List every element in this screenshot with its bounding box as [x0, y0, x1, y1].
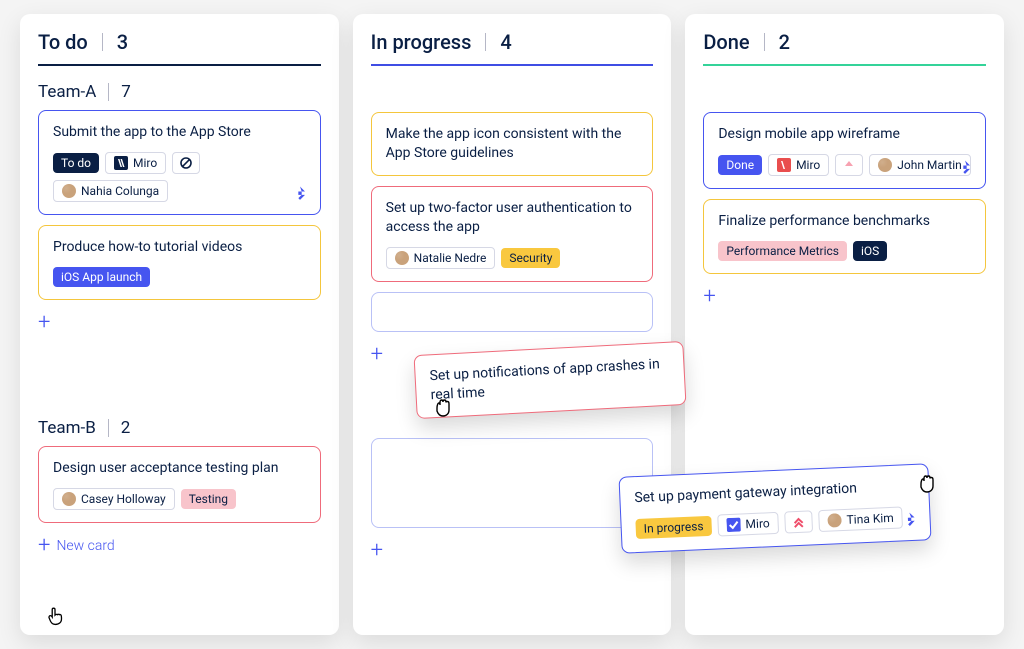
tag-chip[interactable]: Testing	[181, 489, 236, 509]
new-card-label: New card	[56, 539, 114, 553]
card-title: Make the app icon consistent with the Ap…	[386, 125, 639, 163]
kanban-board: To do 3 Team-A 7 Submit the app to the A…	[0, 0, 1024, 649]
add-card-button-team-a[interactable]: +	[38, 310, 50, 336]
chip-row: To do Miro Nahia Colunga	[53, 152, 306, 202]
integration-chip-miro[interactable]: Miro	[717, 512, 779, 537]
assignee-chip[interactable]: Natalie Nedre	[386, 247, 496, 269]
card-placeholder[interactable]	[371, 292, 654, 332]
card-tutorial-videos[interactable]: Produce how-to tutorial videos iOS App l…	[38, 225, 321, 300]
integration-label: Miro	[796, 158, 820, 172]
priority-chip[interactable]	[835, 154, 863, 176]
tag-chip[interactable]: iOS App launch	[53, 267, 150, 287]
swimlane-count: 2	[121, 418, 131, 438]
column-count: 4	[500, 30, 511, 54]
assignee-chip[interactable]: Tina Kim	[818, 506, 903, 532]
assignee-chip[interactable]: Nahia Colunga	[53, 180, 168, 202]
add-card-button-new[interactable]: + New card	[38, 533, 115, 559]
column-underline	[703, 64, 986, 66]
swimlane-team-b-header: Team-B 2	[38, 416, 321, 446]
card-title: Design mobile app wireframe	[718, 125, 971, 144]
swimlane-count: 7	[121, 82, 131, 102]
assignee-name: Natalie Nedre	[414, 251, 487, 265]
integration-chip-miro[interactable]: Miro	[768, 154, 829, 176]
card-two-factor-auth[interactable]: Set up two-factor user authentication to…	[371, 186, 654, 282]
jira-icon	[290, 184, 310, 204]
tag-chip[interactable]: Security	[501, 248, 560, 268]
status-chip[interactable]: Done	[718, 155, 762, 175]
chevron-up-double-icon	[791, 515, 806, 530]
status-chip[interactable]: To do	[53, 153, 99, 173]
divider-icon	[485, 33, 486, 51]
tag-chip[interactable]: iOS	[853, 241, 887, 261]
divider-icon	[764, 33, 765, 51]
divider-icon	[108, 419, 109, 437]
avatar-icon	[395, 251, 409, 265]
card-title: Submit the app to the App Store	[53, 123, 306, 142]
card-uat-plan[interactable]: Design user acceptance testing plan Case…	[38, 446, 321, 523]
add-card-button-inprogress-b[interactable]: +	[371, 538, 383, 564]
card-placeholder[interactable]	[371, 438, 654, 528]
miro-icon	[114, 156, 128, 170]
card-app-icon-guidelines[interactable]: Make the app icon consistent with the Ap…	[371, 112, 654, 176]
arrow-up-icon	[842, 158, 856, 172]
column-underline	[38, 64, 321, 66]
chip-row: Casey Holloway Testing	[53, 488, 306, 510]
chip-row: Performance Metrics iOS	[718, 241, 971, 261]
integration-chip-miro[interactable]: Miro	[105, 152, 166, 174]
card-title: Set up two-factor user authentication to…	[386, 199, 639, 237]
column-count: 3	[117, 30, 128, 54]
card-submit-app-store[interactable]: Submit the app to the App Store To do Mi…	[38, 110, 321, 215]
swimlane-name: Team-A	[38, 82, 96, 102]
add-card-button-done[interactable]: +	[703, 284, 715, 310]
chip-row: Done Miro John Martin	[718, 154, 971, 176]
priority-chip[interactable]	[784, 510, 813, 533]
assignee-name: Casey Holloway	[81, 492, 166, 506]
avatar-icon	[62, 184, 76, 198]
jira-icon	[955, 158, 975, 178]
assignee-chip[interactable]: Casey Holloway	[53, 488, 175, 510]
jira-icon	[899, 510, 920, 531]
assignee-name: John Martin	[897, 158, 962, 172]
blocked-chip[interactable]	[172, 152, 200, 174]
card-title: Design user acceptance testing plan	[53, 459, 306, 478]
column-title: In progress	[371, 30, 472, 54]
tag-chip[interactable]: Performance Metrics	[718, 241, 847, 261]
miro-checkbox-icon	[726, 517, 741, 532]
integration-label: Miro	[745, 516, 770, 531]
divider-icon	[102, 33, 103, 51]
card-wireframe[interactable]: Design mobile app wireframe Done Miro J	[703, 112, 986, 189]
chip-row: In progress Miro Tina Kim	[635, 506, 916, 540]
chip-row: iOS App launch	[53, 267, 306, 287]
column-header-inprogress: In progress 4	[371, 30, 654, 62]
avatar-icon	[878, 158, 892, 172]
card-title: Set up notifications of app crashes in r…	[429, 355, 671, 405]
column-header-done: Done 2	[703, 30, 986, 62]
blocked-icon	[179, 156, 193, 170]
card-title: Set up payment gateway integration	[634, 477, 915, 508]
avatar-icon	[62, 492, 76, 506]
avatar-icon	[827, 513, 842, 528]
integration-label: Miro	[133, 156, 157, 170]
swimlane-name: Team-B	[38, 418, 96, 438]
card-title: Finalize performance benchmarks	[718, 212, 971, 231]
column-title: To do	[38, 30, 88, 54]
assignee-name: Tina Kim	[846, 511, 894, 527]
status-chip[interactable]: In progress	[635, 516, 712, 539]
column-title: Done	[703, 30, 749, 54]
column-underline	[371, 64, 654, 66]
miro-icon	[777, 158, 791, 172]
swimlane-team-a-header: Team-A 7	[38, 80, 321, 110]
column-header-todo: To do 3	[38, 30, 321, 62]
column-todo: To do 3 Team-A 7 Submit the app to the A…	[20, 14, 339, 635]
card-benchmarks[interactable]: Finalize performance benchmarks Performa…	[703, 199, 986, 274]
card-title: Produce how-to tutorial videos	[53, 238, 306, 257]
dragging-card-payment-gateway[interactable]: Set up payment gateway integration In pr…	[618, 463, 931, 553]
add-card-button-inprogress-a[interactable]: +	[371, 342, 383, 368]
column-count: 2	[779, 30, 790, 54]
assignee-name: Nahia Colunga	[81, 184, 159, 198]
divider-icon	[108, 83, 109, 101]
chip-row: Natalie Nedre Security	[386, 247, 639, 269]
